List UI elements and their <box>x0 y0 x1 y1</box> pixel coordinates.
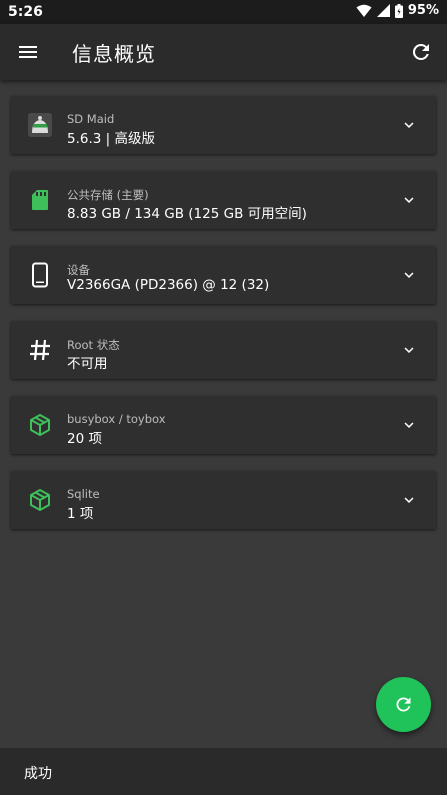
chevron-down-icon[interactable] <box>400 266 418 284</box>
sd-card-icon <box>32 190 48 210</box>
chevron-down-icon[interactable] <box>400 191 418 209</box>
status-bar: 5:26 95% <box>0 0 447 24</box>
package-icon <box>30 414 50 436</box>
battery-percent: 95% <box>407 3 439 18</box>
refresh-icon <box>396 697 411 712</box>
card-root-status[interactable]: Root 状态 不可用 <box>11 321 436 379</box>
refresh-fab-button[interactable] <box>376 677 431 732</box>
card-sdmaid[interactable]: SD Maid 5.6.3 | 高级版 <box>11 96 436 154</box>
chevron-down-icon[interactable] <box>400 491 418 509</box>
card-sqlite[interactable]: Sqlite 1 项 <box>11 471 436 529</box>
hash-icon <box>30 339 50 361</box>
sdmaid-logo-icon <box>28 113 52 137</box>
card-label: busybox / toybox <box>67 412 166 426</box>
refresh-icon[interactable] <box>409 40 433 64</box>
info-card-list: SD Maid 5.6.3 | 高级版 公共存储 (主要) 8.83 GB / … <box>11 96 436 546</box>
card-value: 1 项 <box>67 506 94 522</box>
card-label: SD Maid <box>67 112 115 126</box>
package-icon <box>30 489 50 511</box>
status-time: 5:26 <box>8 4 43 20</box>
signal-icon <box>376 4 390 17</box>
card-busybox[interactable]: busybox / toybox 20 项 <box>11 396 436 454</box>
app-bar: 信息概览 <box>0 24 447 80</box>
chevron-down-icon[interactable] <box>400 416 418 434</box>
card-device[interactable]: 设备 V2366GA (PD2366) @ 12 (32) <box>11 246 436 304</box>
phone-icon <box>32 262 48 288</box>
card-value: 不可用 <box>67 356 108 372</box>
snackbar: 成功 <box>0 748 447 795</box>
chevron-down-icon[interactable] <box>400 116 418 134</box>
chevron-down-icon[interactable] <box>400 341 418 359</box>
card-label: 公共存储 (主要) <box>67 188 149 202</box>
card-value: 20 项 <box>67 431 102 447</box>
card-value: 5.6.3 | 高级版 <box>67 131 155 147</box>
wifi-icon <box>356 4 372 17</box>
page-title: 信息概览 <box>72 42 156 66</box>
card-value: V2366GA (PD2366) @ 12 (32) <box>67 277 270 293</box>
card-label: Root 状态 <box>67 338 120 352</box>
snackbar-message: 成功 <box>24 766 52 782</box>
menu-icon[interactable] <box>16 40 40 64</box>
card-value: 8.83 GB / 134 GB (125 GB 可用空间) <box>67 206 307 222</box>
card-label: Sqlite <box>67 487 100 501</box>
status-icons: 95% <box>356 3 439 18</box>
card-label: 设备 <box>67 263 90 277</box>
card-public-storage[interactable]: 公共存储 (主要) 8.83 GB / 134 GB (125 GB 可用空间) <box>11 171 436 229</box>
battery-icon <box>394 3 403 18</box>
